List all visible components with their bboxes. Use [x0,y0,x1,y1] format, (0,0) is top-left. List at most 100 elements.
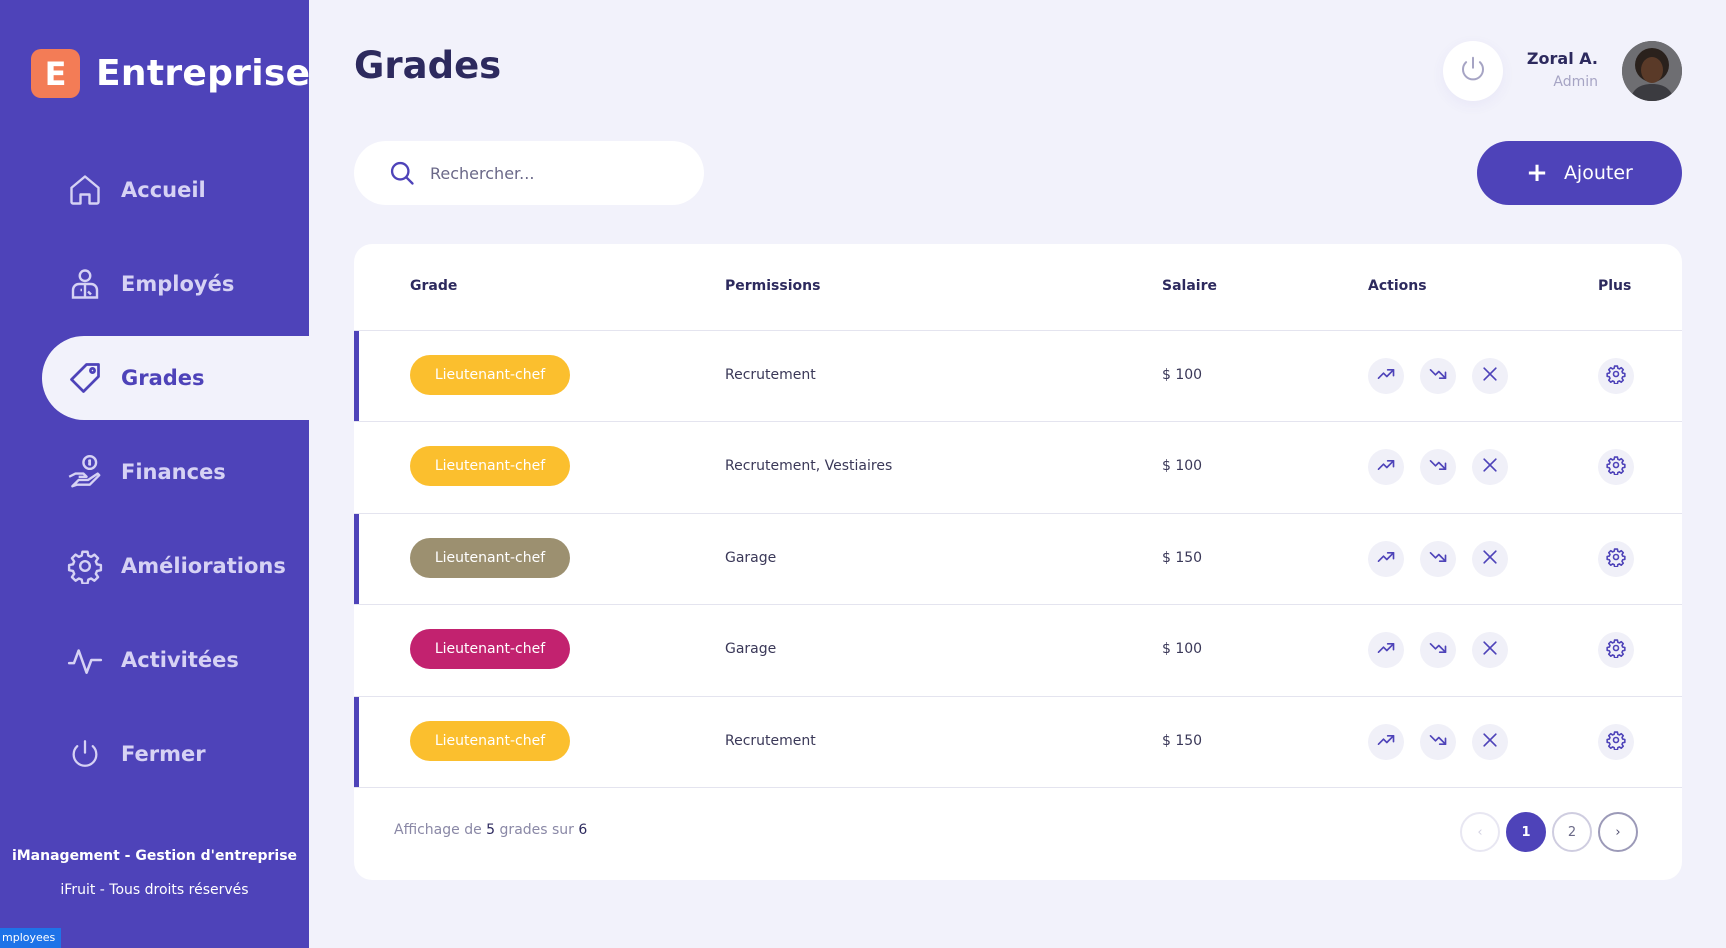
promote-button[interactable] [1368,723,1404,760]
gear-icon [1606,730,1626,754]
demote-button[interactable] [1420,723,1456,760]
gear-icon [1606,547,1626,571]
settings-button[interactable] [1598,723,1634,760]
summary-total: 6 [578,822,588,838]
user-role: Admin [1553,74,1598,90]
pagination-next-button[interactable]: › [1598,812,1638,852]
delete-button[interactable] [1472,540,1508,577]
column-header-salaire: Salaire [1162,278,1217,294]
sidebar-item-label: Fermer [121,742,206,766]
trending-up-icon [1376,455,1396,479]
salary-cell: $ 100 [1162,458,1203,475]
brand-logo: E [31,49,80,98]
sidebar-item-ameliorations[interactable]: Améliorations [42,524,309,608]
user-name: Zoral A. [1526,49,1598,68]
close-icon [1480,364,1500,388]
hand-coin-icon [65,452,105,492]
column-header-permissions: Permissions [725,278,821,294]
column-header-plus: Plus [1598,278,1632,294]
delete-button[interactable] [1472,449,1508,486]
gear-icon [65,546,105,586]
power-icon [1458,54,1488,88]
promote-button[interactable] [1368,540,1404,577]
trending-up-icon [1376,364,1396,388]
close-icon [1480,638,1500,662]
sidebar-item-fermer[interactable]: Fermer [42,712,309,796]
column-header-actions: Actions [1368,278,1427,294]
pagination-prev-button[interactable]: ‹ [1460,812,1500,852]
close-icon [1480,547,1500,571]
sidebar-item-accueil[interactable]: Accueil [42,148,309,232]
salary-cell: $ 100 [1162,641,1203,658]
table-row[interactable]: Lieutenant-chef Recrutement $ 100 [354,330,1682,422]
sidebar-item-finances[interactable]: Finances [42,430,309,514]
grade-badge: Lieutenant-chef [410,720,570,761]
sidebar-item-activitees[interactable]: Activitées [42,618,309,702]
pagination-page-1[interactable]: 1 [1506,812,1546,852]
trending-up-icon [1376,730,1396,754]
grades-table: Grade Permissions Salaire Actions Plus L… [354,244,1682,880]
promote-button[interactable] [1368,358,1404,394]
trending-down-icon [1428,638,1448,662]
pagination-page-2[interactable]: 2 [1552,812,1592,852]
salary-cell: $ 100 [1162,367,1203,383]
delete-button[interactable] [1472,632,1508,669]
delete-button[interactable] [1472,358,1508,394]
summary-middle: grades sur [499,822,574,838]
search-icon [388,159,416,187]
user-icon [65,264,105,304]
gear-icon [1606,364,1626,388]
grade-badge: Lieutenant-chef [410,355,570,395]
status-tooltip: mployees [0,928,62,948]
avatar[interactable] [1622,41,1682,101]
logout-button[interactable] [1443,41,1503,101]
settings-button[interactable] [1598,358,1634,394]
sidebar-item-employes[interactable]: Employés [42,242,309,326]
table-row[interactable]: Lieutenant-chef Recrutement $ 150 [354,695,1682,788]
salary-cell: $ 150 [1162,549,1203,566]
search-input[interactable] [430,163,670,183]
sidebar-item-grades[interactable]: Grades [42,336,309,420]
sidebar-item-label: Activitées [121,648,239,672]
gear-icon [1606,455,1626,479]
permissions-cell: Recrutement [725,367,816,383]
plus-icon: + [1526,158,1548,188]
settings-button[interactable] [1598,632,1634,669]
settings-button[interactable] [1598,449,1634,486]
pagination-summary: Affichage de 5 grades sur 6 [394,822,587,838]
summary-shown: 5 [486,822,496,838]
gear-icon [1606,638,1626,662]
trending-down-icon [1428,455,1448,479]
promote-button[interactable] [1368,449,1404,486]
permissions-cell: Recrutement, Vestiaires [725,458,893,475]
permissions-cell: Garage [725,549,777,566]
demote-button[interactable] [1420,449,1456,486]
sidebar-item-label: Améliorations [121,554,286,578]
promote-button[interactable] [1368,632,1404,669]
sidebar-footer-subtitle: iFruit - Tous droits réservés [60,882,249,898]
brand-name: Entreprise [96,53,311,94]
sidebar-item-label: Finances [121,460,226,484]
table-row[interactable]: Lieutenant-chef Garage $ 100 [354,604,1682,695]
demote-button[interactable] [1420,358,1456,394]
sidebar-item-label: Grades [121,366,205,390]
trending-up-icon [1376,638,1396,662]
page-title: Grades [354,44,502,87]
sidebar: E Entreprise Accueil Employés Grades Fin… [0,0,310,948]
salary-cell: $ 150 [1162,732,1203,749]
brand[interactable]: E Entreprise [31,49,310,98]
search-bar[interactable] [354,141,704,205]
demote-button[interactable] [1420,632,1456,669]
column-header-grade: Grade [410,278,458,294]
trending-down-icon [1428,364,1448,388]
demote-button[interactable] [1420,540,1456,577]
trending-down-icon [1428,547,1448,571]
sidebar-item-label: Employés [121,272,235,296]
table-row[interactable]: Lieutenant-chef Garage $ 150 [354,512,1682,605]
table-row[interactable]: Lieutenant-chef Recrutement, Vestiaires $ … [354,421,1682,512]
settings-button[interactable] [1598,540,1634,577]
add-button-label: Ajouter [1563,162,1633,184]
add-button[interactable]: + Ajouter [1477,141,1682,205]
sidebar-footer-title: iManagement - Gestion d'entreprise [11,848,298,864]
delete-button[interactable] [1472,723,1508,760]
